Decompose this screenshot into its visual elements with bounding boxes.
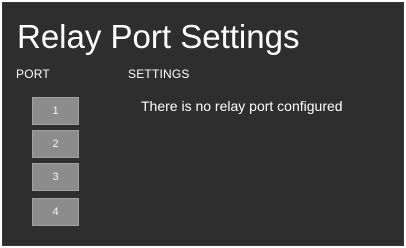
relay-port-settings-panel: Relay Port Settings PORT SETTINGS 1 2 3 … <box>2 2 404 246</box>
port-1-button[interactable]: 1 <box>32 97 79 125</box>
port-column-header: PORT <box>16 67 50 81</box>
port-3-button[interactable]: 3 <box>32 163 79 191</box>
port-4-button[interactable]: 4 <box>32 198 79 226</box>
page-title: Relay Port Settings <box>17 18 300 55</box>
settings-column-header: SETTINGS <box>128 67 190 81</box>
no-relay-port-message: There is no relay port configured <box>141 98 343 114</box>
port-2-button[interactable]: 2 <box>32 130 79 158</box>
